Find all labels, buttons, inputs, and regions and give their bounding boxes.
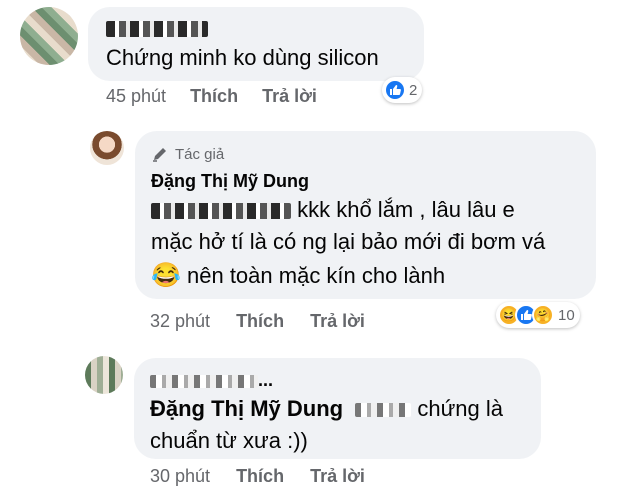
author-name-suffix: ...	[258, 370, 274, 390]
reaction-count: 2	[409, 81, 418, 99]
reply-button[interactable]: Trả lời	[310, 311, 365, 332]
redacted-mention	[151, 203, 291, 220]
redacted-author-name	[150, 374, 258, 388]
commenter-avatar[interactable]	[85, 356, 123, 394]
author-avatar[interactable]	[90, 131, 124, 165]
comment-bubble: Chứng minh ko dùng silicon	[88, 7, 424, 81]
comment-line-2: chuẩn từ xưa :))	[150, 428, 308, 453]
redacted-author-name	[106, 21, 208, 37]
comment-time[interactable]: 30 phút	[150, 466, 210, 487]
pen-icon	[153, 148, 166, 162]
comment-line-1: kkk khổ lắm , lâu lâu e	[151, 195, 515, 225]
author-badge-label: Tác giả	[175, 145, 225, 163]
reaction-count: 10	[558, 306, 575, 324]
redacted-mention	[355, 403, 412, 418]
comment-actions: 45 phút Thích Trả lời	[106, 86, 317, 107]
author-badge: Tác giả	[151, 145, 224, 163]
comment-author-row: ...	[150, 370, 273, 391]
author-comment-actions: 32 phút Thích Trả lời	[150, 311, 365, 332]
like-button[interactable]: Thích	[190, 86, 238, 107]
comment-actions: 30 phút Thích Trả lời	[150, 466, 365, 487]
reply-button[interactable]: Trả lời	[310, 466, 365, 487]
like-button[interactable]: Thích	[236, 466, 284, 487]
care-icon: 🤗	[532, 304, 554, 326]
commenter-avatar[interactable]	[20, 7, 78, 65]
comment-text: Chứng minh ko dùng silicon	[106, 45, 379, 70]
comment-time[interactable]: 32 phút	[150, 311, 210, 332]
author-comment-bubble: Tác giả Đặng Thị Mỹ Dung kkk khổ lắm , l…	[135, 131, 596, 299]
reply-button[interactable]: Trả lời	[262, 86, 317, 107]
mention-tag[interactable]: Đặng Thị Mỹ Dung	[150, 396, 343, 421]
like-button[interactable]: Thích	[236, 311, 284, 332]
reaction-summary[interactable]: 😆 🤗 10	[496, 302, 580, 328]
comment-bubble: ... Đặng Thị Mỹ Dung chứng là chuẩn từ x…	[134, 358, 541, 459]
comment-line-2: mặc hở tí là có ng lại bảo mới đi bơm vá	[151, 229, 546, 254]
comment-line-3: 😂 nên toàn mặc kín cho lành	[151, 262, 446, 289]
author-name[interactable]: Đặng Thị Mỹ Dung	[151, 171, 309, 192]
reaction-summary[interactable]: 2	[382, 77, 423, 103]
comment-time[interactable]: 45 phút	[106, 86, 166, 107]
like-icon	[384, 79, 406, 101]
comment-line-1: Đặng Thị Mỹ Dung chứng là	[150, 396, 503, 421]
laughing-tears-emoji: 😂	[151, 262, 181, 289]
